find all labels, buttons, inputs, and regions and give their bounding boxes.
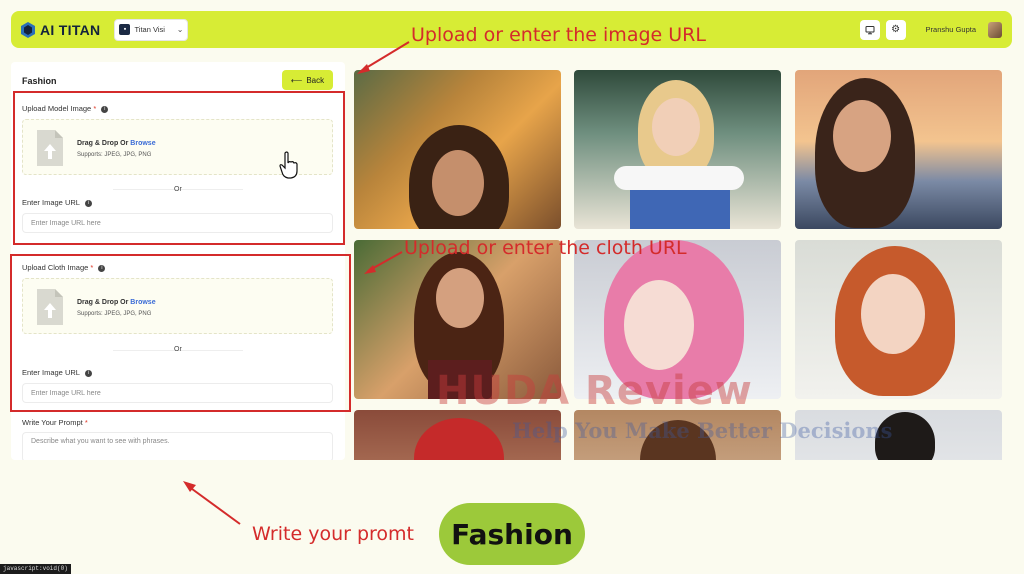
arrow-left-icon: ⟵ xyxy=(290,75,303,85)
back-button[interactable]: ⟵ Back xyxy=(282,70,333,90)
gallery-image[interactable] xyxy=(795,240,1002,399)
annotation-cloth-url: Upload or enter the cloth URL xyxy=(404,237,687,259)
arrow-icon xyxy=(183,481,241,525)
arrow-icon xyxy=(364,251,403,274)
gallery-image[interactable] xyxy=(354,70,561,229)
annotation-prompt: Write your promt xyxy=(252,523,415,545)
monitor-button[interactable] xyxy=(859,19,880,40)
workspace-select[interactable]: ▪ Titan Visi ⌄ xyxy=(114,18,189,41)
prompt-label-text: Write Your Prompt xyxy=(22,418,83,427)
logo-text: AI TITAN xyxy=(40,21,101,38)
prompt-textarea[interactable] xyxy=(22,432,333,460)
logo-icon xyxy=(21,21,35,38)
settings-button[interactable]: ⚙ xyxy=(885,19,906,40)
user-name[interactable]: Pranshu Gupta xyxy=(926,25,976,34)
workspace-name: Titan Visi xyxy=(134,25,165,34)
annotation-image-url: Upload or enter the image URL xyxy=(411,24,706,46)
required-marker: * xyxy=(84,418,88,427)
app-logo[interactable]: AI TITAN xyxy=(21,21,101,38)
model-image-highlight xyxy=(13,91,345,245)
watermark-tagline: Help You Make Better Decisions xyxy=(512,418,893,443)
panel-title: Fashion xyxy=(22,76,57,86)
watermark-logo: HUDA Review xyxy=(436,368,753,414)
status-bar-url: javascript:void(0) xyxy=(0,564,71,574)
chevron-down-icon: ⌄ xyxy=(176,25,184,34)
prompt-label: Write Your Prompt * xyxy=(22,418,88,427)
cloth-image-highlight xyxy=(10,254,351,412)
header-actions: ⚙ Pranshu Gupta xyxy=(859,19,1002,40)
fashion-badge: Fashion xyxy=(439,503,585,565)
monitor-icon xyxy=(865,25,875,34)
arrow-icon xyxy=(357,41,410,74)
workspace-icon: ▪ xyxy=(119,24,131,35)
avatar[interactable] xyxy=(988,21,1002,38)
gallery-image[interactable] xyxy=(795,70,1002,229)
gallery-image[interactable] xyxy=(574,70,781,229)
back-label: Back xyxy=(306,75,325,85)
gear-icon: ⚙ xyxy=(891,24,901,35)
